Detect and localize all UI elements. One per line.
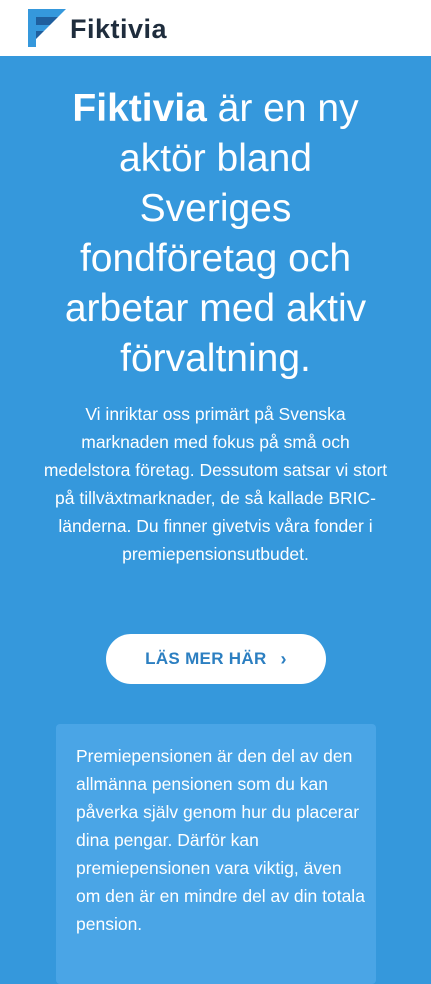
- brand-name[interactable]: Fiktivia: [70, 12, 167, 46]
- site-header: Fiktivia: [0, 0, 431, 56]
- headline-text: är en ny aktör bland Sveriges fondföreta…: [64, 87, 367, 380]
- fiktivia-logo-icon[interactable]: [28, 9, 66, 47]
- infobox-text: Premiepensionen är den del av den allmän…: [76, 746, 365, 934]
- premium-pension-infobox: Premiepensionen är den del av den allmän…: [56, 724, 376, 984]
- chevron-right-icon: ›: [280, 648, 287, 669]
- hero-headline: Fiktivia är en ny aktör bland Sveriges f…: [40, 84, 391, 384]
- hero-intro-text: Vi inriktar oss primärt på Svenska markn…: [43, 404, 388, 564]
- read-more-label: LÄS MER HÄR: [145, 649, 267, 668]
- read-more-button[interactable]: LÄS MER HÄR ›: [106, 634, 326, 684]
- headline-brand: Fiktivia: [72, 87, 207, 130]
- hero-section: Fiktivia är en ny aktör bland Sveriges f…: [0, 56, 431, 984]
